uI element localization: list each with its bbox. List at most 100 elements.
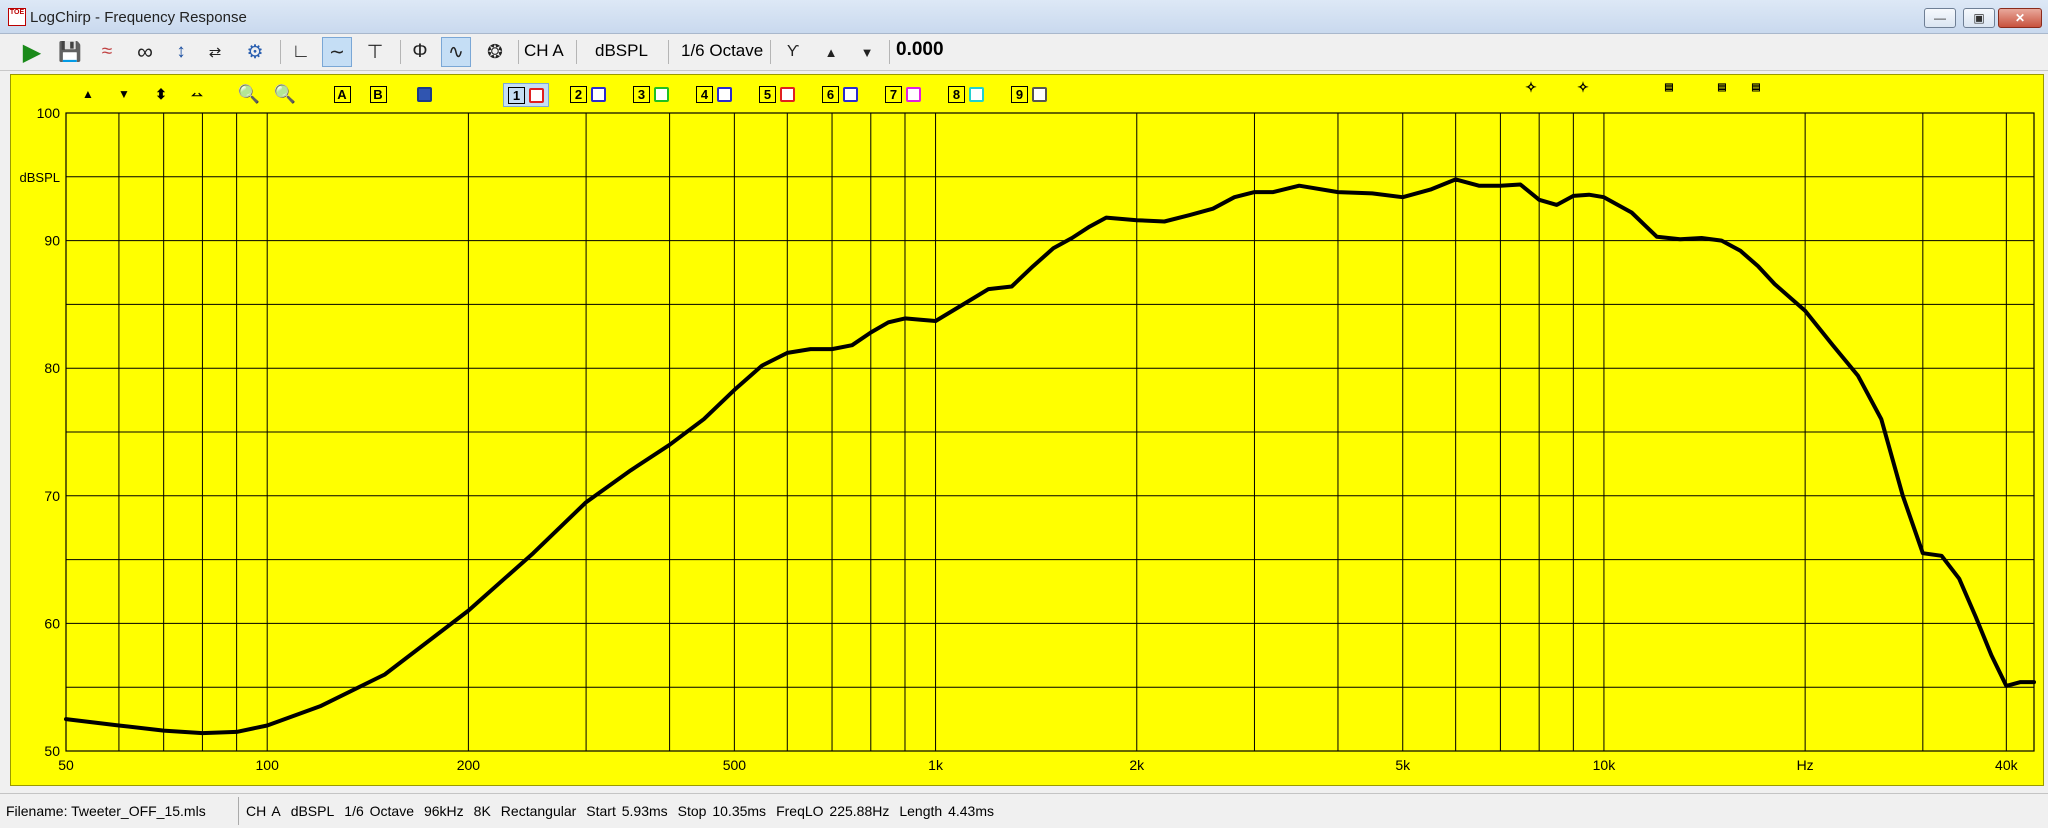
data-point [1773,283,1776,285]
response-curve [64,177,2036,736]
data-point [831,348,833,350]
data-point [851,344,853,347]
data-point [1088,225,1091,228]
data-point [1401,196,1404,199]
data-point [1679,238,1681,241]
data-point [118,724,120,727]
data-point [65,718,67,720]
data-point [1272,191,1274,193]
data-point [904,317,906,320]
data-point [1656,235,1658,238]
status-unit: dBSPL [290,803,335,819]
data-point [1880,418,1883,421]
data-point [1052,247,1055,250]
status-divider [238,797,239,825]
data-point [1188,214,1191,216]
data-point [1519,183,1522,186]
data-point [2005,685,2008,687]
data-point [1233,196,1236,199]
data-point [887,321,890,324]
data-point [1572,195,1575,197]
data-point [1010,285,1013,288]
x-tick-label: 2k [1129,757,1145,773]
data-point [1958,577,1960,580]
data-point [1499,184,1502,187]
y-tick-label: 60 [44,615,60,631]
data-point [934,320,937,322]
data-point [1212,207,1214,210]
status-length: Length 4.43ms [899,803,994,819]
y-tick-label: 80 [44,360,60,376]
status-window: Rectangular [500,803,577,819]
status-filename: Filename: Tweeter_OFF_15.mls [6,803,206,819]
data-point [1990,654,1993,657]
data-point [987,288,990,290]
data-point [630,469,632,472]
frequency-response-chart[interactable]: 5060708090100dBSPL50 100 200 500 1k 2k 5k 10k Hz… [0,0,2048,790]
data-point [1163,220,1166,223]
status-smoothing: 1/6 Octave [344,803,414,819]
data-point [2033,681,2035,683]
data-point [1555,204,1558,206]
data-point [1135,219,1138,221]
data-point [1588,193,1590,196]
status-size: 8K [473,803,491,819]
data-point [733,389,736,391]
x-tick-label: 1k [928,757,944,773]
data-point [1922,552,1924,555]
status-stop: Stop 10.35ms [677,803,767,819]
data-point [467,609,470,612]
data-point [235,731,238,733]
y-tick-label: 90 [44,233,60,249]
data-point [1105,216,1107,219]
status-channel: CH A [246,803,281,819]
data-point [1253,191,1256,193]
x-tick-label: 50 [58,757,74,773]
data-point [532,552,534,555]
data-point [1700,237,1703,239]
data-point [1804,309,1806,312]
x-tick-label: 40k [1995,757,2019,773]
status-rate: 96kHz [423,803,464,819]
x-tick-label: 200 [457,757,481,773]
status-start: Start 5.93ms [586,803,668,819]
y-tick-label: 100 [37,105,61,121]
data-point [1902,495,1904,497]
data-point [1454,178,1457,181]
data-point [266,724,268,727]
status-info: CH A dBSPL 1/6 Octave 96kHz 8K Rectangular Sta… [246,803,1004,819]
data-point [1429,188,1432,191]
x-tick-label: 5k [1395,757,1411,773]
data-point [1071,237,1073,239]
data-point [162,729,165,732]
status-freqlo: FreqLO 225.88Hz [776,803,890,819]
y-axis-label: dBSPL [20,170,60,185]
data-point [1720,239,1723,242]
data-point [668,443,671,446]
data-point [786,352,789,354]
data-point [201,732,204,734]
y-tick-label: 70 [44,488,60,504]
data-point [1478,184,1480,187]
data-point [962,303,965,306]
x-tick-label: Hz [1797,757,1814,773]
data-point [384,673,386,676]
data-point [1298,184,1301,187]
data-point [1757,265,1759,267]
data-point [1032,265,1035,267]
data-point [1337,191,1339,193]
data-point [1603,196,1605,199]
data-point [1371,192,1373,195]
data-point [1974,616,1977,618]
data-point [761,364,763,367]
status-bar: Filename: Tweeter_OFF_15.mls CH A dBSPL 1/… [0,793,2048,828]
data-point [1538,198,1540,201]
data-point [702,418,705,421]
data-point [2019,681,2022,683]
data-point [1940,554,1943,557]
data-point [1630,211,1633,214]
x-tick-label: 500 [723,757,747,773]
data-point [809,348,812,350]
data-point [1832,344,1834,347]
data-point [319,705,321,708]
